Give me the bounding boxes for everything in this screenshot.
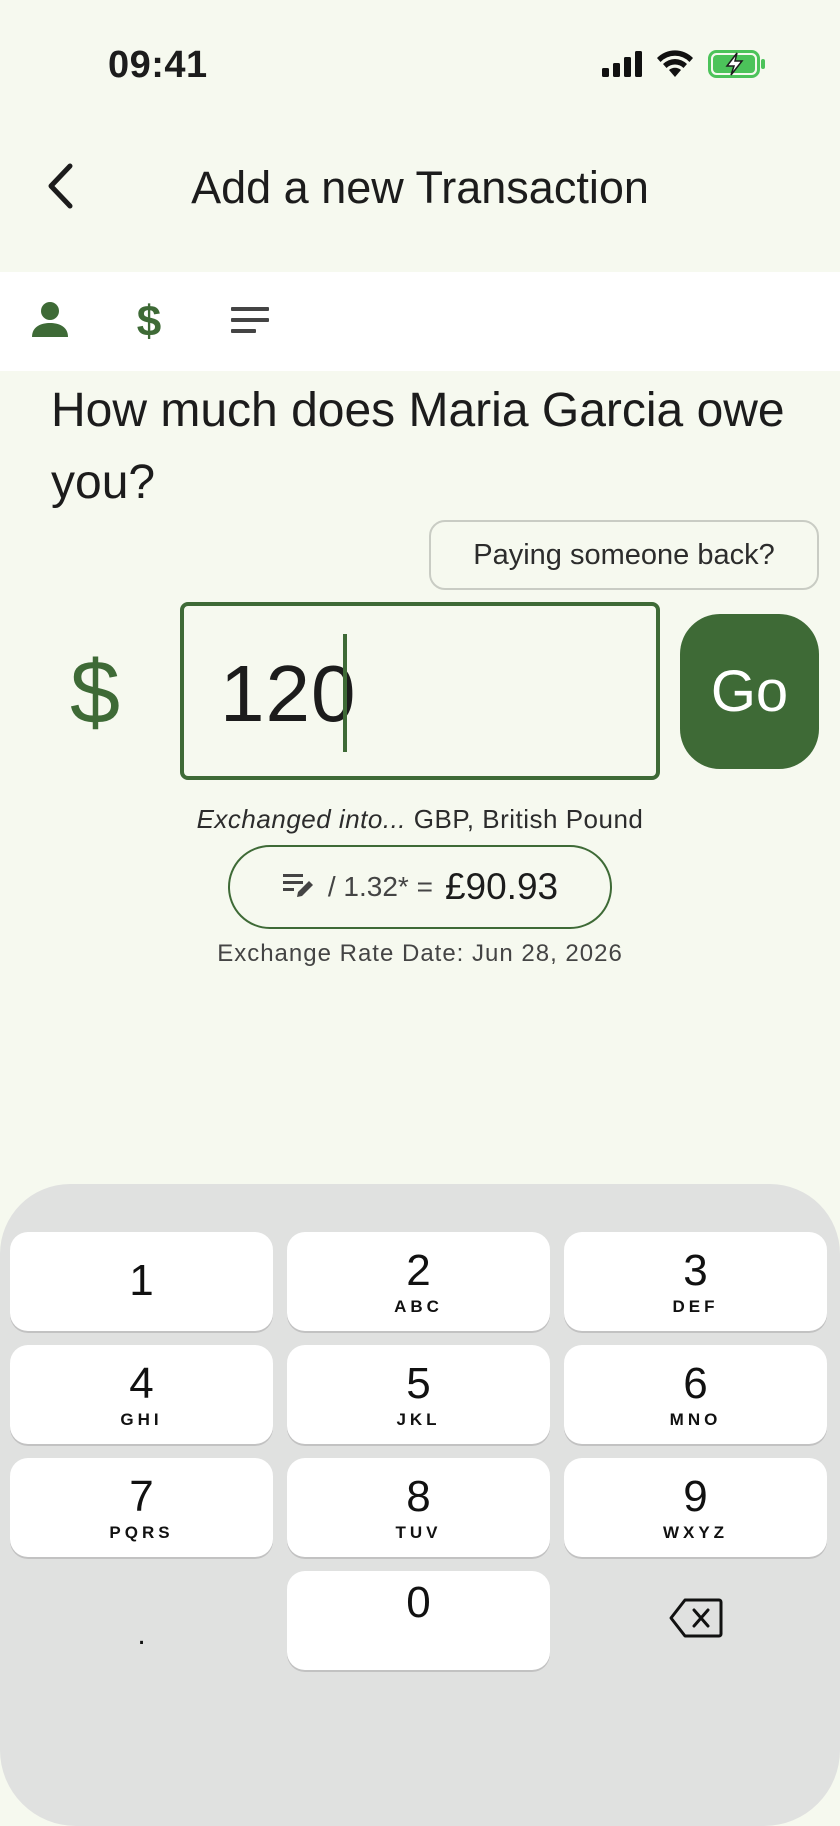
key-letters: MNO [669,1409,722,1429]
exchange-intro: Exchanged into... [196,804,407,834]
exchange-rate-button[interactable]: / 1.32* = £90.93 [228,845,612,929]
status-time: 09:41 [108,44,208,86]
key-letters: PQRS [109,1522,174,1542]
key-letters: JKL [396,1409,441,1429]
numeric-keypad: 1 2 ABC 3 DEF 4 GHI 5 JKL 6 MNO 7 PQRS 8 [0,1184,840,1826]
key-digit: . [137,1617,146,1651]
notes-icon [230,305,270,340]
key-digit: 7 [129,1471,154,1521]
rate-formula: / 1.32* = [327,871,433,902]
amount-input[interactable]: 120 [180,602,660,780]
go-button[interactable]: Go [680,614,819,769]
key-6[interactable]: 6 MNO [564,1345,827,1444]
status-icons [602,50,766,83]
key-5[interactable]: 5 JKL [287,1345,550,1444]
key-digit: 9 [683,1471,708,1521]
backspace-icon [669,1597,723,1644]
key-7[interactable]: 7 PQRS [10,1458,273,1557]
step-tabs: $ [0,272,840,371]
wifi-icon [656,50,694,83]
key-letters: WXYZ [662,1522,729,1542]
key-letters: DEF [672,1296,719,1316]
converted-amount: £90.93 [444,866,559,907]
key-8[interactable]: 8 TUV [287,1458,550,1557]
key-3[interactable]: 3 DEF [564,1232,827,1331]
exchange-target: Exchanged into... GBP, British Pound [0,804,840,835]
question-heading: How much does Maria Garcia owe you? [51,384,785,509]
exchange-currency: GBP, British Pound [413,804,644,834]
key-2[interactable]: 2 ABC [287,1232,550,1331]
text-caret [343,634,347,752]
key-digit: 1 [129,1255,154,1305]
key-decimal[interactable]: . [10,1571,273,1670]
amount-value: 120 [220,649,357,738]
key-letters: TUV [395,1522,442,1542]
paying-back-button[interactable]: Paying someone back? [429,520,819,590]
key-letters: ABC [394,1296,443,1316]
currency-symbol: $ [70,643,121,743]
signal-icon [602,51,642,82]
key-0[interactable]: 0 [287,1571,550,1670]
key-digit: 4 [129,1358,154,1408]
dollar-icon: $ [136,297,162,346]
edit-notes-icon [282,871,316,904]
key-digit: 8 [406,1471,431,1521]
tab-amount[interactable]: $ [123,296,175,348]
key-digit: 3 [683,1245,708,1295]
battery-charging-icon [708,50,766,83]
key-digit: 0 [406,1577,431,1627]
key-9[interactable]: 9 WXYZ [564,1458,827,1557]
key-letters: GHI [120,1409,163,1429]
exchange-rate-date: Exchange Rate Date: Jun 28, 2026 [217,940,623,967]
key-digit: 6 [683,1358,708,1408]
key-digit: 2 [406,1245,431,1295]
key-4[interactable]: 4 GHI [10,1345,273,1444]
person-icon [30,300,70,345]
page-title: Add a new Transaction [191,162,649,213]
key-delete[interactable] [564,1571,827,1670]
tab-person[interactable] [24,296,76,348]
transaction-screen: 09:41 Add a new Transaction $ How much d… [0,0,840,1826]
tab-notes[interactable] [224,296,276,348]
key-1[interactable]: 1 [10,1232,273,1331]
key-digit: 5 [406,1358,431,1408]
